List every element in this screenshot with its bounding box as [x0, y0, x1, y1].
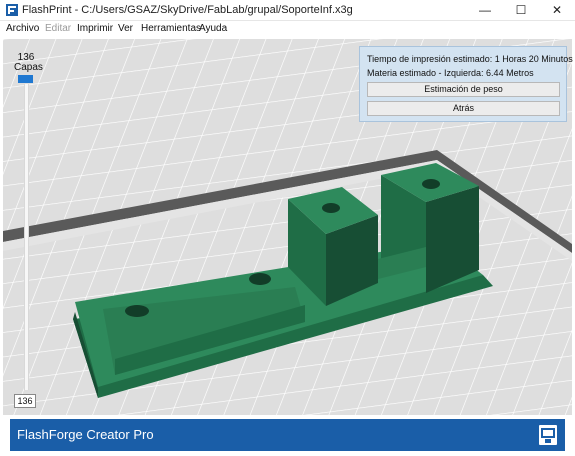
menu-editar[interactable]: Editar — [45, 23, 71, 34]
weight-estimate-button[interactable]: Estimación de peso — [367, 82, 560, 97]
layer-label: Capas — [14, 62, 43, 73]
close-button[interactable]: ✕ — [539, 0, 575, 20]
mounting-hole-right — [249, 273, 271, 285]
menu-ver[interactable]: Ver — [118, 23, 133, 34]
layer-input[interactable]: 136 — [14, 394, 36, 408]
printer-footer: FlashForge Creator Pro — [10, 419, 565, 451]
window-title: FlashPrint - C:/Users/GSAZ/SkyDrive/FabL… — [22, 4, 353, 16]
mounting-hole-left — [125, 305, 149, 317]
minimize-button[interactable]: — — [467, 0, 503, 20]
printer-status-icon[interactable] — [539, 425, 557, 445]
flashprint-app-icon — [6, 4, 18, 16]
window-titlebar: FlashPrint - C:/Users/GSAZ/SkyDrive/FabL… — [0, 0, 575, 21]
tower-left-hole — [322, 203, 340, 213]
print-time-estimate: Tiempo de impresión estimado: 1 Horas 20… — [367, 54, 573, 64]
layer-slider-track[interactable] — [24, 84, 29, 390]
menu-bar: Archivo Editar Imprimir Ver Herramientas… — [0, 21, 575, 38]
menu-ayuda[interactable]: Ayuda — [199, 23, 227, 34]
back-button[interactable]: Atrás — [367, 101, 560, 116]
print-estimate-panel: Tiempo de impresión estimado: 1 Horas 20… — [359, 46, 573, 122]
menu-imprimir[interactable]: Imprimir — [77, 23, 113, 34]
layer-slider-handle[interactable] — [18, 75, 33, 83]
maximize-button[interactable]: ☐ — [503, 0, 539, 20]
tower-right-hole — [422, 179, 440, 189]
menu-herramientas[interactable]: Herramientas — [141, 23, 201, 34]
printer-name: FlashForge Creator Pro — [17, 427, 154, 442]
menu-archivo[interactable]: Archivo — [6, 23, 39, 34]
material-estimate: Materia estimado - Izquierda: 6.44 Metro… — [367, 68, 534, 78]
